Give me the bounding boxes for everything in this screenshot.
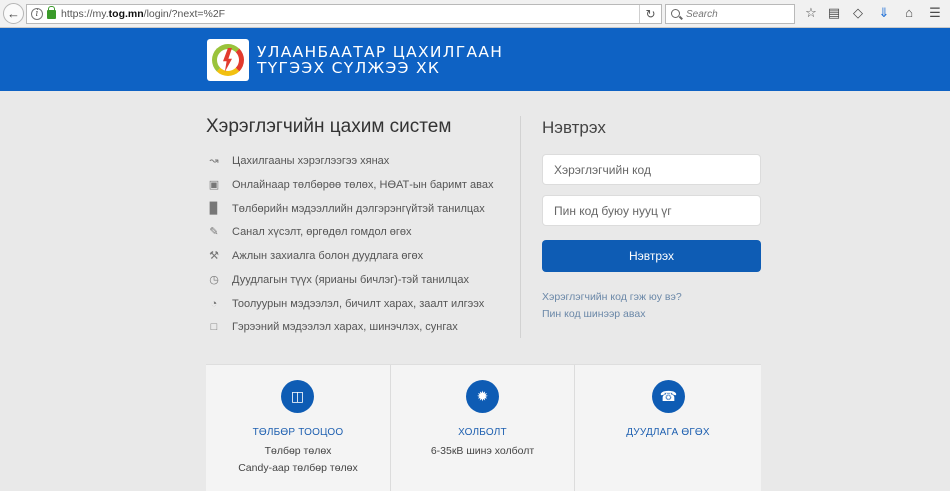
lock-icon[interactable] [47, 6, 56, 19]
feature-item: ✎ Санал хүсэлт, өргөдөл гомдол өгөх [206, 224, 411, 240]
menu-icon[interactable]: ☰ [927, 5, 943, 21]
browser-search-input[interactable]: Search [665, 4, 795, 24]
url-text[interactable]: https://my.tog.mn/login/?next=%2F [61, 8, 225, 20]
connection-icon: ✹ [466, 380, 499, 413]
payment-icon: ◫ [281, 380, 314, 413]
company-logo[interactable] [207, 39, 249, 81]
clock-icon: ◷ [209, 274, 219, 286]
info-icon[interactable]: i [31, 8, 43, 20]
feature-item: ▣ Онлайнаар төлбөрөө төлөх, НӨАТ-ын бари… [206, 177, 494, 193]
feature-item: ◔ Тоолуурын мэдээлэл, бичилт харах, заал… [206, 296, 485, 312]
pocket-icon[interactable]: ◇ [850, 5, 866, 21]
card-payment[interactable]: ◫ ТӨЛБӨР ТООЦОО Төлбөр төлөх Candy-аар т… [206, 365, 390, 491]
what-is-customer-code-link[interactable]: Хэрэглэгчийн код гэж юу вэ? [542, 291, 682, 303]
service-cards: ◫ ТӨЛБӨР ТООЦОО Төлбөр төлөх Candy-аар т… [206, 364, 761, 491]
card-connection[interactable]: ✹ ХОЛБОЛТ 6-35кВ шинэ холболт [390, 365, 574, 491]
card-support-call[interactable]: ☎ ДУУДЛАГА ӨГӨХ [574, 365, 761, 491]
feature-item: □ Гэрээний мэдээлэл харах, шинэчлэх, сун… [206, 319, 458, 335]
credit-card-icon: ▣ [208, 179, 220, 191]
pencil-icon: ✎ [209, 226, 219, 238]
search-icon [671, 9, 680, 18]
divider [520, 116, 521, 338]
customer-code-input[interactable] [542, 154, 761, 185]
company-name: УЛААНБААТАР ЦАХИЛГААН ТҮГЭЭХ СҮЛЖЭЭ ХК [257, 43, 504, 77]
feature-item: ◷ Дуудлагын түүх (ярианы бичлэг)-тэй тан… [206, 272, 469, 288]
renew-pin-link[interactable]: Пин код шинээр авах [542, 308, 645, 320]
chart-icon: ↝ [209, 155, 219, 167]
feature-item: ⚒ Ажлын захиалга болон дуудлага өгөх [206, 248, 423, 264]
home-icon[interactable]: ⌂ [901, 5, 917, 21]
dashboard-icon: ◔ [210, 298, 218, 310]
browser-toolbar: ← i https://my.tog.mn/login/?next=%2F ↻ … [0, 0, 950, 28]
feature-item: ▉ Төлбөрийн мэдээллийн дэлгэрэнгүйтэй та… [206, 201, 485, 217]
reading-list-icon[interactable]: ▤ [826, 5, 842, 21]
address-bar[interactable]: i https://my.tog.mn/login/?next=%2F ↻ [26, 4, 662, 24]
system-title: Хэрэглэгчийн цахим систем [206, 116, 452, 137]
reload-icon[interactable]: ↻ [639, 5, 661, 23]
login-button[interactable]: Нэвтрэх [542, 240, 761, 272]
feature-item: ↝ Цахилгааны хэрэглээгээ хянах [206, 153, 389, 169]
support-icon: ☎ [652, 380, 685, 413]
back-arrow-icon[interactable]: ← [3, 3, 24, 24]
wrench-icon: ⚒ [209, 250, 219, 262]
book-icon: □ [210, 321, 218, 333]
download-icon[interactable]: ⇓ [876, 5, 892, 21]
bar-chart-icon: ▉ [209, 203, 219, 215]
login-title: Нэвтрэх [542, 118, 606, 137]
pin-password-input[interactable] [542, 195, 761, 226]
bookmark-star-icon[interactable]: ☆ [803, 5, 819, 21]
